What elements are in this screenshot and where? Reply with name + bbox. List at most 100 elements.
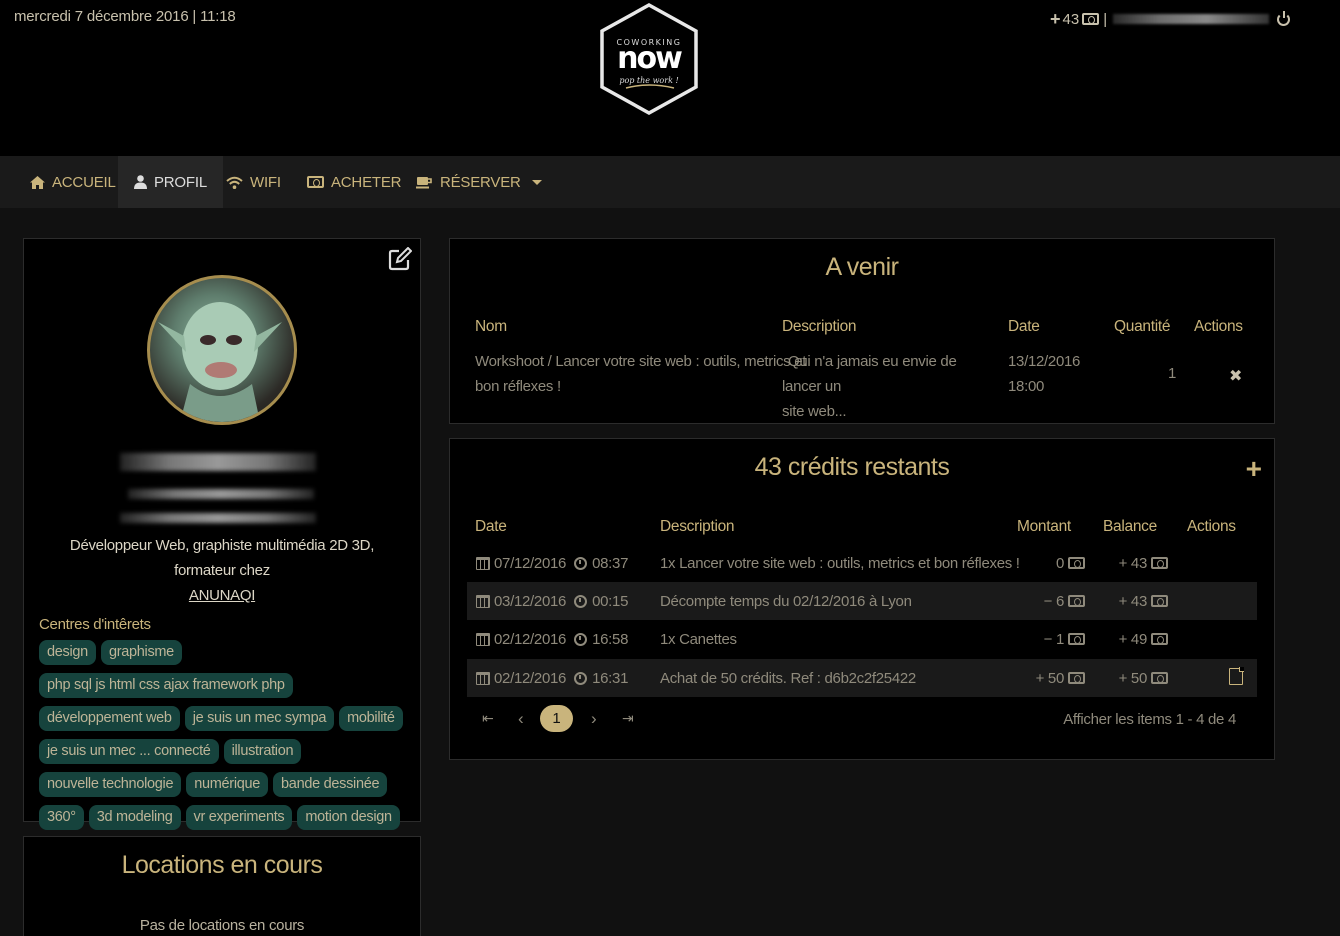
profile-bio: Développeur Web, graphiste multimédia 2D…: [44, 533, 400, 608]
money-icon: [1151, 633, 1168, 645]
transaction-amount: 0: [1055, 554, 1064, 572]
interest-tag[interactable]: graphisme: [100, 640, 182, 665]
col-header-quantity: Quantité: [1114, 318, 1171, 335]
logo-tagline: pop the work !: [619, 76, 678, 85]
plus-icon: +: [1050, 8, 1061, 29]
upcoming-event-date: 13/12/2016 18:00: [1008, 353, 1081, 395]
interest-tag[interactable]: design: [39, 640, 96, 665]
table-row: 07/12/2016 08:37 1x Lancer votre site web…: [467, 544, 1257, 582]
wifi-icon: [226, 176, 243, 189]
avatar: [147, 275, 297, 425]
interest-tag[interactable]: motion design: [297, 805, 400, 830]
calendar-icon: [476, 632, 490, 646]
transaction-description: Décompte temps du 02/12/2016 à Lyon: [660, 592, 912, 610]
transaction-balance: + 43: [1118, 554, 1148, 572]
logo-main-text: now: [617, 41, 682, 76]
upcoming-event-description: Qui n'a jamais eu envie de lancer un site…: [782, 353, 957, 420]
user-icon: [134, 175, 147, 189]
coffee-icon: [416, 176, 432, 188]
credits-summary[interactable]: + 43 |: [1050, 8, 1291, 29]
edit-icon[interactable]: [388, 247, 412, 271]
current-datetime: mercredi 7 décembre 2016 | 11:18: [14, 8, 236, 25]
transaction-amount: − 6: [1043, 592, 1065, 610]
calendar-icon: [476, 556, 490, 570]
add-credits-button[interactable]: +: [1246, 455, 1262, 483]
col-header-name: Nom: [475, 318, 507, 335]
interest-tags: design graphisme php sql js html css aja…: [39, 640, 411, 863]
col-header-date: Date: [1008, 318, 1040, 335]
top-header: mercredi 7 décembre 2016 | 11:18 COWORKI…: [0, 0, 1340, 156]
transaction-amount: + 50: [1035, 669, 1065, 687]
col-header-actions: Actions: [1194, 318, 1243, 335]
transaction-amount: − 1: [1043, 630, 1065, 648]
col-header-actions: Actions: [1187, 518, 1236, 535]
interest-tag[interactable]: php sql js html css ajax framework php: [39, 673, 293, 698]
money-icon: [1082, 13, 1100, 25]
coworking-now-logo[interactable]: COWORKING now pop the work !: [598, 2, 700, 116]
prev-page-button[interactable]: ‹: [518, 709, 524, 729]
next-page-button[interactable]: ›: [591, 709, 597, 729]
interest-tag[interactable]: illustration: [223, 739, 302, 764]
nav-profil-label: PROFIL: [154, 173, 207, 191]
company-link[interactable]: ANUNAQI: [189, 587, 256, 604]
last-page-button[interactable]: ⇥: [622, 710, 634, 727]
user-name-blurred[interactable]: [1113, 14, 1270, 24]
money-icon: [1151, 672, 1168, 684]
interest-tag[interactable]: mobilité: [339, 706, 403, 731]
interests-title: Centres d'intêrets: [39, 616, 151, 633]
separator: |: [1103, 10, 1108, 28]
money-icon: [1068, 557, 1085, 569]
transaction-balance: + 50: [1118, 669, 1148, 687]
pdf-icon[interactable]: [1229, 667, 1244, 685]
upcoming-event-name: Workshoot / Lancer votre site web : outi…: [475, 353, 807, 395]
transaction-balance: + 49: [1118, 630, 1148, 648]
upcoming-panel: A venir Nom Description Date Quantité Ac…: [449, 238, 1275, 424]
name-blurred: [120, 453, 316, 471]
col-header-amount: Montant: [1017, 518, 1071, 535]
money-icon: [1151, 557, 1168, 569]
bio-text: Développeur Web, graphiste multimédia 2D…: [69, 537, 375, 579]
home-icon: [30, 175, 45, 189]
interest-tag[interactable]: bande dessinée: [273, 772, 388, 797]
title-blurred: [128, 489, 314, 499]
interest-tag[interactable]: 360°: [39, 805, 84, 830]
profile-panel: Développeur Web, graphiste multimédia 2D…: [23, 238, 421, 863]
locations-empty-message: Pas de locations en cours: [139, 917, 305, 934]
nav-acheter[interactable]: ACHETER: [307, 156, 401, 208]
interest-tag[interactable]: 3d modeling: [88, 805, 181, 830]
credits-panel: 43 crédits restants + Date Description M…: [449, 438, 1275, 760]
nav-wifi[interactable]: WIFI: [226, 156, 281, 208]
money-icon: [1068, 595, 1085, 607]
nav-reserver[interactable]: RÉSERVER: [416, 156, 542, 208]
nav-wifi-label: WIFI: [250, 173, 281, 191]
interest-tag[interactable]: vr experiments: [185, 805, 293, 830]
nav-acheter-label: ACHETER: [331, 173, 402, 191]
upcoming-title: A venir: [825, 253, 899, 281]
col-header-description: Description: [782, 318, 857, 335]
interest-tag[interactable]: nouvelle technologie: [39, 772, 182, 797]
clock-icon: [574, 671, 588, 685]
clock-icon: [574, 632, 588, 646]
page-1-button[interactable]: 1: [540, 705, 573, 732]
interest-tag[interactable]: développement web: [39, 706, 180, 731]
nav-accueil[interactable]: ACCUEIL: [30, 156, 116, 208]
calendar-icon: [476, 594, 490, 608]
money-icon: [1151, 595, 1168, 607]
calendar-icon: [476, 671, 490, 685]
interest-tag[interactable]: je suis un mec ... connecté: [39, 739, 219, 764]
credits-title: 43 crédits restants: [754, 453, 950, 481]
money-icon: [1068, 633, 1085, 645]
chevron-down-icon: [531, 179, 542, 185]
locations-panel: Locations en cours Pas de locations en c…: [23, 836, 421, 936]
clock-icon: [574, 594, 588, 608]
nav-accueil-label: ACCUEIL: [52, 173, 116, 191]
interest-tag[interactable]: numérique: [186, 772, 269, 797]
table-row: 02/12/2016 16:31 Achat de 50 crédits. Ref…: [467, 659, 1257, 697]
power-icon[interactable]: [1277, 10, 1291, 26]
nav-profil[interactable]: PROFIL: [118, 156, 223, 208]
main-nav: ACCUEIL PROFIL WIFI ACHETER RÉSERVER: [0, 156, 1340, 208]
cancel-icon[interactable]: ✖: [1229, 366, 1242, 386]
interest-tag[interactable]: je suis un mec sympa: [184, 706, 335, 731]
first-page-button[interactable]: ⇤: [482, 710, 494, 727]
transaction-description: 1x Lancer votre site web : outils, metri…: [660, 554, 1020, 572]
